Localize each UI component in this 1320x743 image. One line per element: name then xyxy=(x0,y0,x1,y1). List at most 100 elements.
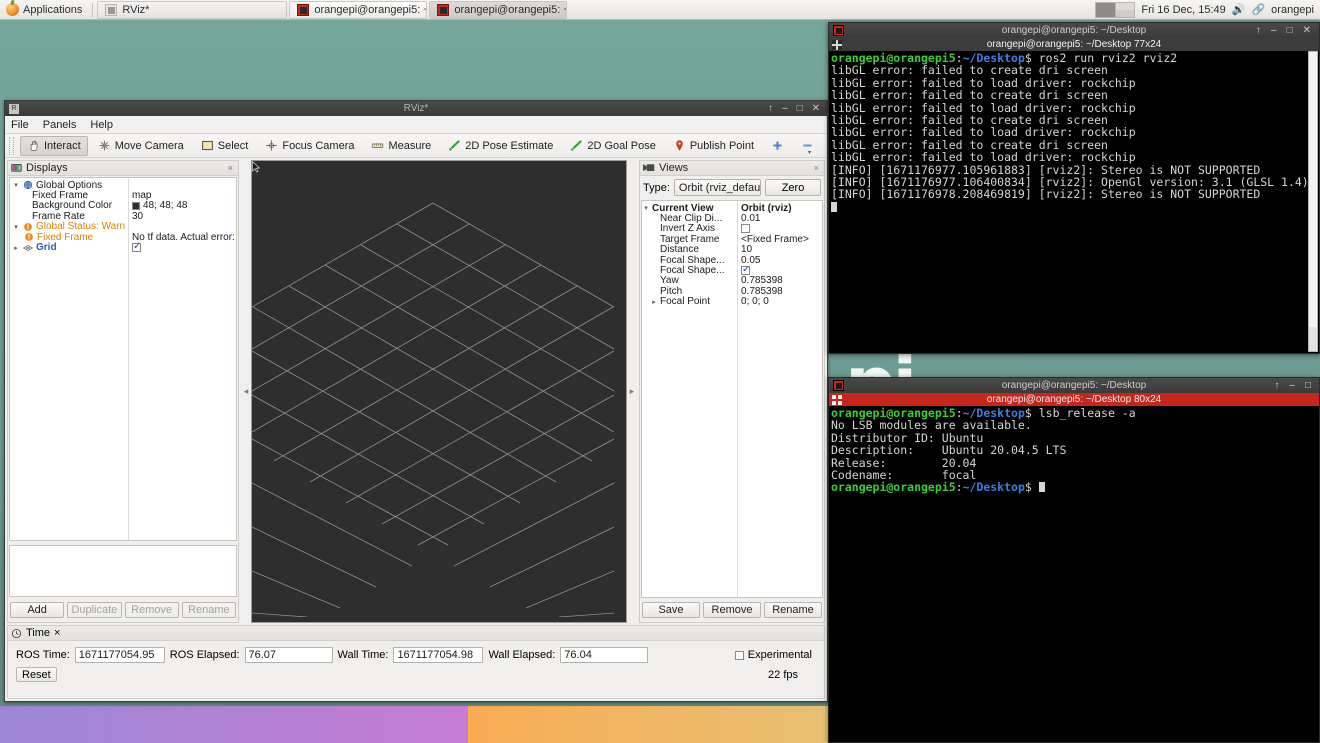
volume-icon[interactable]: 🔊 xyxy=(1232,3,1246,16)
shade-button[interactable]: ↑ xyxy=(768,104,773,114)
tool-2d-goal-pose[interactable]: 2D Goal Pose xyxy=(563,136,662,156)
views-row-value[interactable]: 10 xyxy=(737,244,822,255)
terminal-top-scrollbar[interactable] xyxy=(1308,51,1318,352)
tree-row-frame-rate[interactable]: Frame Rate 30 xyxy=(10,211,236,221)
workspace-switcher[interactable] xyxy=(1095,2,1135,18)
tool-remove[interactable]: ▾ xyxy=(794,136,821,156)
collapse-left-icon[interactable]: ◂ xyxy=(244,386,249,397)
views-tree[interactable]: ▾ Current View Orbit (rviz) Near Clip Di… xyxy=(641,200,823,598)
views-row-value[interactable]: 0; 0; 0 xyxy=(737,296,822,307)
terminal-top-tabbar[interactable]: orangepi@orangepi5: ~/Desktop 77x24 xyxy=(829,38,1319,51)
workspace-1[interactable] xyxy=(1096,3,1116,17)
add-display-button[interactable]: Add xyxy=(10,602,64,618)
expand-arrow-icon[interactable]: ▸ xyxy=(12,244,20,252)
minimize-button[interactable]: – xyxy=(1271,25,1277,36)
user-menu-label[interactable]: orangepi xyxy=(1271,4,1314,16)
terminal-bottom-titlebar[interactable]: orangepi@orangepi5: ~/Desktop ↑ – □ xyxy=(829,378,1319,393)
views-row-pitch[interactable]: Pitch 0.785398 xyxy=(642,286,822,296)
maximize-button[interactable]: □ xyxy=(797,104,803,114)
shade-button[interactable]: ↑ xyxy=(1274,380,1279,391)
minimize-button[interactable]: – xyxy=(1289,380,1295,391)
grid-enabled-checkbox[interactable] xyxy=(132,243,141,252)
tool-select[interactable]: Select xyxy=(194,136,256,156)
displays-tree[interactable]: ▾ Global Options Fixed Frame xyxy=(9,177,237,541)
views-row-focal-shape-size[interactable]: Focal Shape... 0.05 xyxy=(642,255,822,265)
expand-arrow-icon[interactable]: ▾ xyxy=(642,204,650,212)
clock[interactable]: Fri 16 Dec, 15:49 xyxy=(1141,4,1225,16)
terminal-top-output[interactable]: orangepi@orangepi5:~/Desktop$ ros2 run r… xyxy=(829,51,1319,353)
workspace-2[interactable] xyxy=(1116,3,1135,17)
tree-row-status-fixed-frame[interactable]: Fixed Frame No tf data. Actual error: ..… xyxy=(10,232,236,242)
close-button[interactable]: ✕ xyxy=(1303,25,1311,36)
views-row-invert-z-axis[interactable]: Invert Z Axis xyxy=(642,224,822,234)
experimental-checkbox[interactable] xyxy=(735,651,744,660)
terminal-bottom-window[interactable]: orangepi@orangepi5: ~/Desktop ↑ – □ oran… xyxy=(828,377,1320,743)
zero-button[interactable]: Zero xyxy=(765,179,821,196)
tree-row-value[interactable]: 30 xyxy=(128,211,236,222)
terminal-top-window[interactable]: orangepi@orangepi5: ~/Desktop ↑ – □ ✕ or… xyxy=(828,22,1320,354)
views-row-value[interactable]: 0.05 xyxy=(737,255,822,266)
wall-elapsed-field[interactable]: 76.04 xyxy=(560,647,648,663)
tree-row-background-color[interactable]: Background Color 48; 48; 48 xyxy=(10,201,236,211)
views-row-distance[interactable]: Distance 10 xyxy=(642,245,822,255)
ros-elapsed-field[interactable]: 76.07 xyxy=(245,647,333,663)
applications-menu-button[interactable]: Applications xyxy=(0,0,88,20)
tree-row-value[interactable]: map xyxy=(128,190,236,201)
duplicate-display-button[interactable]: Duplicate xyxy=(67,602,121,618)
network-icon[interactable]: 🔗 xyxy=(1251,3,1265,16)
color-swatch[interactable] xyxy=(132,202,140,210)
shade-button[interactable]: ↑ xyxy=(1256,25,1261,36)
menu-file[interactable]: File xyxy=(11,119,29,131)
tool-move-camera[interactable]: Move Camera xyxy=(91,136,191,156)
tree-column-splitter[interactable] xyxy=(128,178,129,540)
left-splitter[interactable]: ◂ xyxy=(241,158,251,625)
chevron-down-icon[interactable]: ▾ xyxy=(808,149,811,156)
remove-display-button[interactable]: Remove xyxy=(125,602,179,618)
time-close-icon[interactable]: × xyxy=(54,627,60,639)
save-view-button[interactable]: Save xyxy=(642,602,700,618)
taskbar-window-terminal-1[interactable]: orangepi@orangepi5: ~... xyxy=(289,1,427,19)
views-row-yaw[interactable]: Yaw 0.785398 xyxy=(642,276,822,286)
expand-arrow-icon[interactable]: ▾ xyxy=(12,181,20,189)
invert-z-axis-checkbox[interactable] xyxy=(741,224,750,233)
close-button[interactable]: ✕ xyxy=(812,104,820,114)
rviz-window[interactable]: R RViz* ↑ – □ ✕ File Panels Help Interac… xyxy=(4,100,828,702)
menu-panels[interactable]: Panels xyxy=(43,119,77,131)
tool-interact[interactable]: Interact xyxy=(20,136,88,156)
expand-arrow-icon[interactable]: ▸ xyxy=(650,298,658,306)
tool-publish-point[interactable]: Publish Point xyxy=(666,136,761,156)
views-row-target-frame[interactable]: Target Frame <Fixed Frame> xyxy=(642,234,822,244)
view-type-select[interactable]: Orbit (rviz_default_ ▾ xyxy=(674,179,761,196)
views-row-focal-shape-fixed[interactable]: Focal Shape... xyxy=(642,265,822,275)
tool-measure[interactable]: Measure xyxy=(364,136,438,156)
reset-button[interactable]: Reset xyxy=(16,667,57,682)
views-row-value[interactable]: 0.01 xyxy=(737,213,822,224)
tree-row-fixed-frame[interactable]: Fixed Frame map xyxy=(10,190,236,200)
taskbar-window-rviz[interactable]: RViz* xyxy=(97,1,287,19)
rviz-titlebar[interactable]: R RViz* ↑ – □ ✕ xyxy=(5,101,827,116)
right-splitter[interactable]: ▸ xyxy=(627,158,637,625)
minimize-button[interactable]: – xyxy=(782,104,788,114)
taskbar-window-terminal-2[interactable]: orangepi@orangepi5: ~... xyxy=(429,1,567,19)
terminal-top-titlebar[interactable]: orangepi@orangepi5: ~/Desktop ↑ – □ ✕ xyxy=(829,23,1319,38)
terminal-bottom-output[interactable]: orangepi@orangepi5:~/Desktop$ lsb_releas… xyxy=(829,406,1319,742)
menu-help[interactable]: Help xyxy=(90,119,113,131)
tool-add[interactable] xyxy=(764,136,791,156)
maximize-button[interactable]: □ xyxy=(1287,25,1293,36)
remove-view-button[interactable]: Remove xyxy=(703,602,761,618)
views-row-current-view[interactable]: ▾ Current View Orbit (rviz) xyxy=(642,203,822,213)
tree-row-global-options[interactable]: ▾ Global Options xyxy=(10,180,236,190)
tree-row-global-status[interactable]: ▾ Global Status: Warn xyxy=(10,222,236,232)
views-row-value[interactable]: 0.785398 xyxy=(737,275,822,286)
views-row-focal-point[interactable]: ▸ Focal Point 0; 0; 0 xyxy=(642,297,822,307)
displays-close-icon[interactable]: × xyxy=(228,163,235,173)
toolbar-grip[interactable] xyxy=(9,137,14,155)
maximize-button[interactable]: □ xyxy=(1305,380,1311,391)
rename-display-button[interactable]: Rename xyxy=(182,602,236,618)
scrollbar-thumb[interactable] xyxy=(1309,52,1317,327)
render-view-3d[interactable] xyxy=(251,160,627,623)
views-close-icon[interactable]: × xyxy=(814,163,821,173)
expand-arrow-icon[interactable]: ▾ xyxy=(12,223,20,231)
views-row-value[interactable]: 0.785398 xyxy=(737,286,822,297)
views-row-near-clip-distance[interactable]: Near Clip Di... 0.01 xyxy=(642,213,822,223)
